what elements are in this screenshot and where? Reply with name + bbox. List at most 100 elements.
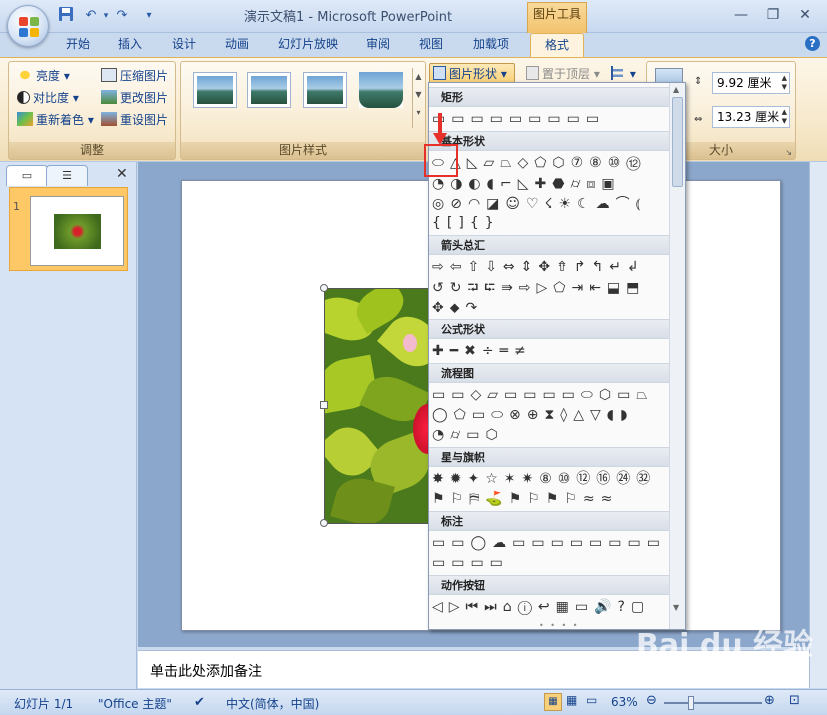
resize-handle-top-left[interactable] <box>320 284 328 292</box>
bring-to-front-button[interactable]: 置于顶层 ▾ <box>526 64 600 84</box>
shape-row-callouts-2[interactable]: ▭▭▭▭ <box>432 553 509 573</box>
align-icon <box>611 66 623 80</box>
brightness-button[interactable]: 亮度 ▾ <box>17 66 70 86</box>
scroll-up-icon[interactable]: ▲ <box>673 85 679 94</box>
shape-row-stars-1[interactable]: ✸✹✦☆✶✷⑧⑩⑫⑯㉔㉜ <box>432 469 656 489</box>
gallery-resize-grip-icon[interactable]: • • • • <box>539 621 580 630</box>
category-callouts: 标注 <box>429 511 669 531</box>
tab-insert[interactable]: 插入 <box>110 33 150 57</box>
shape-row-basic-3[interactable]: ◎⊘◠◪☺♡☇☀☾☁⌒⦅ <box>432 194 646 214</box>
change-picture-button[interactable]: 更改图片 <box>101 88 168 108</box>
slide-thumbnail[interactable] <box>30 196 124 266</box>
shape-row-stars-2[interactable]: ⚑⚐⛿⛳⚑⚐⚑⚐≈≈ <box>432 489 618 509</box>
shape-row-rectangles[interactable]: ▭▭▭▭▭▭▭▭▭ <box>432 109 605 129</box>
normal-view-icon[interactable]: ▦ <box>544 693 562 711</box>
close-panel-icon[interactable]: ✕ <box>116 166 128 182</box>
close-button[interactable]: ✕ <box>794 6 816 24</box>
theme-name[interactable]: "Office 主题" <box>98 695 172 712</box>
minimize-button[interactable]: — <box>730 6 752 24</box>
picture-style-1[interactable] <box>193 72 237 108</box>
slides-tab-icon: ▭ <box>21 169 33 182</box>
tab-slideshow[interactable]: 幻灯片放映 <box>272 33 344 57</box>
slide-counter: 幻灯片 1/1 <box>14 697 74 711</box>
category-rectangles: 矩形 <box>429 87 669 107</box>
align-button[interactable]: ▾ <box>611 64 636 84</box>
tab-view[interactable]: 视图 <box>411 33 451 57</box>
fit-to-window-icon[interactable]: ⊡ <box>789 693 800 708</box>
tab-addins[interactable]: 加载项 <box>465 33 517 57</box>
size-dialog-launcher-icon[interactable]: ↘ <box>785 148 792 157</box>
slide-sorter-icon[interactable]: ▦ <box>566 693 577 707</box>
height-input[interactable]: 9.92 厘米 ▲ ▼ <box>712 72 790 94</box>
shape-row-flowchart-2[interactable]: ◯⬠▭⬭⊗⊕⧗◊△▽◖◗ <box>432 405 634 425</box>
shape-row-flowchart-3[interactable]: ◔⌭▭⬡ <box>432 425 504 445</box>
rose-picture[interactable] <box>324 288 429 524</box>
shape-row-flowchart-1[interactable]: ▭▭◇▱▭▭▭▭⬭⬡▭⏢ <box>432 385 654 405</box>
recolor-button[interactable]: 重新着色 ▾ <box>17 110 94 130</box>
tab-design[interactable]: 设计 <box>164 33 204 57</box>
shape-row-action-buttons[interactable]: ◁▷⏮⏭⌂ⓘ↩▦▭🔊?▢ <box>432 597 650 617</box>
width-input[interactable]: 13.23 厘米 ▲ ▼ <box>712 106 790 128</box>
slide-number: 1 <box>13 200 20 213</box>
shape-row-equation[interactable]: ✚━✖÷═≠ <box>432 341 532 361</box>
picture-style-3[interactable] <box>303 72 347 108</box>
language-indicator[interactable]: 中文(简体，中国) <box>226 695 319 712</box>
help-icon[interactable]: ? <box>805 36 820 51</box>
pink-bud <box>403 334 417 352</box>
shape-row-basic-1[interactable]: ⬭△◺▱⏢◇⬠⬡⑦⑧⑩⑫ <box>432 153 647 173</box>
brightness-icon <box>17 68 33 82</box>
tab-review[interactable]: 审阅 <box>358 33 398 57</box>
width-spinner-icon[interactable]: ▲ ▼ <box>782 108 787 126</box>
zoom-in-icon[interactable]: ⊕ <box>764 693 775 708</box>
tab-slides[interactable]: ▭ <box>6 165 48 186</box>
title-bar: ↶ ▾ ↷ ▾ 演示文稿1 - Microsoft PowerPoint 图片工… <box>0 0 827 33</box>
resize-handle-bottom-left[interactable] <box>320 519 328 527</box>
group-picture-styles: ▲ ▼ ▾ 图片样式 <box>180 61 426 160</box>
reset-picture-button[interactable]: 重设图片 <box>101 110 168 130</box>
gallery-scroll-thumb[interactable] <box>672 97 683 187</box>
compress-pictures-button[interactable]: 压缩图片 <box>101 66 168 86</box>
picture-style-2[interactable] <box>247 72 291 108</box>
zoom-out-icon[interactable]: ⊖ <box>646 693 657 708</box>
office-button[interactable] <box>7 5 49 47</box>
oval-shape-highlight[interactable] <box>424 144 458 177</box>
shape-row-basic-2[interactable]: ◔◑◐◖⌐◺✚⬣⌭⧈▣ <box>432 174 621 194</box>
zoom-level[interactable]: 63% <box>611 695 638 709</box>
zoom-slider[interactable] <box>664 702 762 704</box>
thumbnail-photo <box>54 214 101 249</box>
slideshow-view-icon[interactable]: ▭ <box>586 693 597 707</box>
styles-gallery-scroll[interactable]: ▲ ▼ ▾ <box>412 68 424 128</box>
picture-shape-button[interactable]: 图片形状 ▾ <box>429 63 515 84</box>
picture-style-4[interactable] <box>359 72 403 108</box>
redo-icon[interactable]: ↷ <box>111 6 133 26</box>
shape-row-arrows-2[interactable]: ↺↻⮒⮓⇛⇨▷⬠⇥⇤⬓⬒ <box>432 278 645 298</box>
shape-row-callouts-1[interactable]: ▭▭◯☁▭▭▭▭▭▭▭▭ <box>432 533 666 553</box>
slide-thumbnail-selected[interactable]: 1 <box>9 187 128 271</box>
ribbon: 亮度 ▾ 对比度 ▾ 重新着色 ▾ 压缩图片 更改图片 重设图片 调整 ▲ ▼ ▾ … <box>0 57 827 162</box>
category-action-buttons: 动作按钮 <box>429 575 669 595</box>
vertical-scrollbar[interactable] <box>809 162 827 688</box>
shape-row-arrows-3[interactable]: ✥⬥↷ <box>432 298 483 318</box>
office-logo-icon <box>19 17 39 37</box>
contrast-button[interactable]: 对比度 ▾ <box>17 88 79 108</box>
tab-animations[interactable]: 动画 <box>217 33 257 57</box>
save-icon[interactable] <box>55 6 77 26</box>
scroll-down-icon[interactable]: ▼ <box>673 603 679 612</box>
height-spinner-icon[interactable]: ▲ ▼ <box>782 74 787 92</box>
tab-home[interactable]: 开始 <box>58 33 98 57</box>
notes-placeholder: 单击此处添加备注 <box>150 664 262 680</box>
picture-shape-icon <box>433 66 446 80</box>
compress-icon <box>101 68 117 82</box>
spell-check-icon[interactable]: ✔ <box>194 695 205 710</box>
shape-row-basic-4[interactable]: {[]{} <box>432 213 500 233</box>
resize-handle-left[interactable] <box>320 401 328 409</box>
baidu-watermark-logo: Bai du 经验 jingyan.baidu.com <box>636 628 814 673</box>
tab-format[interactable]: 格式 <box>530 33 584 57</box>
restore-button[interactable]: ❐ <box>762 6 784 24</box>
shape-row-arrows-1[interactable]: ⇨⇦⇧⇩⇔⇕✥⇮↱↰↵↲ <box>432 257 645 277</box>
gallery-scrollbar[interactable]: ▲ ▼ <box>669 83 685 629</box>
contrast-icon <box>17 91 30 104</box>
zoom-slider-thumb[interactable] <box>688 696 694 710</box>
tab-outline[interactable]: ☰ <box>46 165 88 186</box>
customize-qat-icon[interactable]: ▾ <box>138 6 160 26</box>
